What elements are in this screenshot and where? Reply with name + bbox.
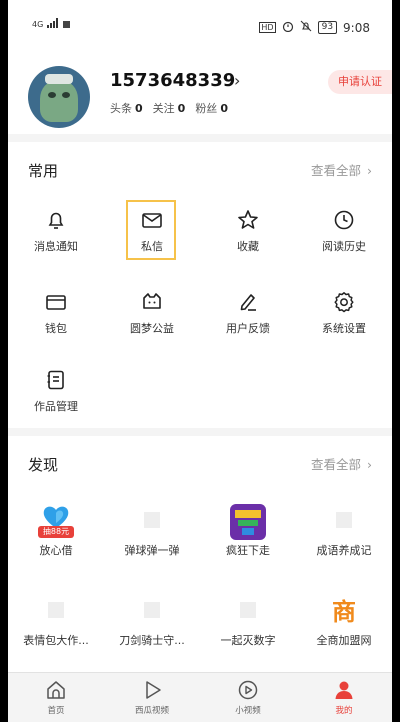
battery-indicator: 93 — [317, 21, 338, 34]
profile-header: 1573648339 › 头条 0 关注 0 粉丝 0 申请认证 — [8, 44, 392, 134]
tab-xigua-video[interactable]: 西瓜视频 — [104, 673, 200, 722]
placeholder-icon — [48, 602, 64, 618]
loan-app-icon: 抽88元 — [38, 504, 74, 540]
focus-highlight — [126, 200, 176, 260]
signal-icon — [47, 18, 59, 31]
stat-toutiao[interactable]: 头条 0 — [110, 100, 143, 116]
common-item-settings[interactable]: 系统设置 — [296, 276, 392, 346]
tab-home[interactable]: 首页 — [8, 673, 104, 722]
placeholder-icon — [144, 602, 160, 618]
common-item-wallet[interactable]: 钱包 — [8, 276, 104, 346]
alarm-icon — [282, 20, 294, 35]
bell-icon — [44, 208, 68, 232]
placeholder-icon — [336, 512, 352, 528]
discover-item-franchise[interactable]: 商 全商加盟网 — [296, 588, 392, 658]
avatar[interactable] — [28, 66, 90, 128]
network-indicator: 4G — [32, 20, 44, 29]
charity-icon — [140, 290, 164, 314]
person-icon — [333, 679, 355, 701]
discover-item-loan[interactable]: 抽88元 放心借 — [8, 498, 104, 568]
discover-item-sticker[interactable]: 表情包大作... — [8, 588, 104, 658]
common-title: 常用 — [28, 162, 59, 180]
tab-short-video[interactable]: 小视频 — [200, 673, 296, 722]
works-icon — [44, 368, 68, 392]
hd-indicator: HD — [259, 22, 276, 33]
status-left: 4G — [32, 18, 71, 31]
discover-header: 发现 查看全部 › — [28, 436, 372, 488]
star-icon — [236, 208, 260, 232]
play-icon — [141, 679, 163, 701]
notification-dot-icon — [63, 21, 71, 28]
discover-item-idiom[interactable]: 成语养成记 — [296, 498, 392, 568]
status-right: HD 93 9:08 — [259, 20, 370, 35]
discover-item-numbers[interactable]: 一起灭数字 — [200, 588, 296, 658]
tab-mine[interactable]: 我的 — [296, 673, 392, 722]
discover-item-crazy-down[interactable]: 疯狂下走 — [200, 498, 296, 568]
wallet-icon — [44, 290, 68, 314]
stat-followers[interactable]: 粉丝 0 — [195, 100, 228, 116]
phone-screen: 4G HD 93 9:08 1573648339 › 头条 0 关注 0 粉丝 … — [8, 0, 392, 722]
chevron-right-icon: › — [367, 457, 372, 472]
home-icon — [45, 679, 67, 701]
discover-item-pinball[interactable]: 弹球弹一弹 — [104, 498, 200, 568]
short-video-icon — [237, 679, 259, 701]
discover-view-all-link[interactable]: 查看全部 › — [311, 454, 372, 473]
profile-stats: 头条 0 关注 0 粉丝 0 — [110, 100, 228, 116]
placeholder-icon — [144, 512, 160, 528]
mute-icon — [300, 20, 312, 35]
apply-verification-button[interactable]: 申请认证 — [328, 70, 392, 94]
common-item-favorites[interactable]: 收藏 — [200, 194, 296, 264]
pen-icon — [236, 290, 260, 314]
status-bar: 4G HD 93 9:08 — [8, 0, 392, 44]
game-app-icon — [230, 504, 266, 540]
common-section: 常用 查看全部 › 消息通知 私信 收藏 阅读历史 钱包 圆梦公益 用户反馈 系… — [8, 142, 392, 428]
shop-app-icon: 商 — [332, 598, 356, 626]
common-item-works[interactable]: 作品管理 — [8, 354, 104, 424]
common-header: 常用 查看全部 › — [28, 142, 372, 194]
clock-icon — [332, 208, 356, 232]
profile-chevron-right-icon[interactable]: › — [234, 71, 240, 90]
status-time: 9:08 — [343, 20, 370, 35]
common-item-charity[interactable]: 圆梦公益 — [104, 276, 200, 346]
chevron-right-icon: › — [367, 163, 372, 178]
user-id[interactable]: 1573648339 — [110, 70, 235, 91]
loan-badge: 抽88元 — [38, 526, 74, 538]
bottom-tab-bar: 首页 西瓜视频 小视频 我的 — [8, 672, 392, 722]
common-item-history[interactable]: 阅读历史 — [296, 194, 392, 264]
gear-icon — [332, 290, 356, 314]
common-item-notifications[interactable]: 消息通知 — [8, 194, 104, 264]
stat-following[interactable]: 关注 0 — [153, 100, 186, 116]
placeholder-icon — [240, 602, 256, 618]
common-item-feedback[interactable]: 用户反馈 — [200, 276, 296, 346]
discover-item-knight[interactable]: 刀剑骑士守... — [104, 588, 200, 658]
discover-section: 发现 查看全部 › 抽88元 放心借 弹球弹一弹 疯狂下走 成语养成记 表情包大… — [8, 436, 392, 672]
common-view-all-link[interactable]: 查看全部 › — [311, 160, 372, 179]
discover-title: 发现 — [28, 456, 59, 474]
